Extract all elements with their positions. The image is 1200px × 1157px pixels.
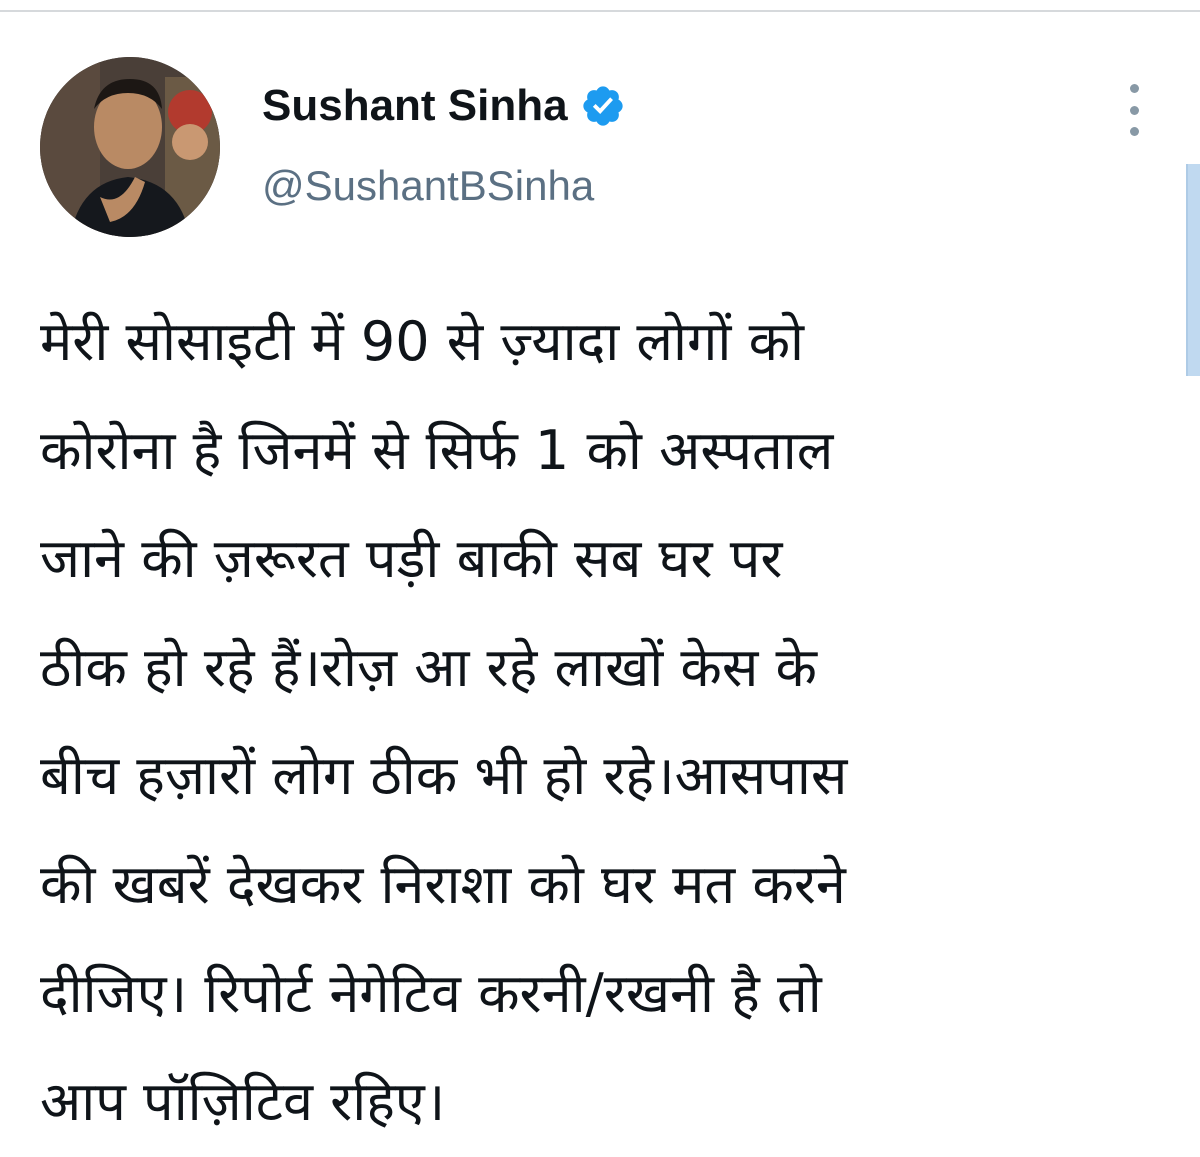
more-vertical-icon-dot <box>1129 105 1139 115</box>
author-name-row[interactable]: Sushant Sinha <box>262 78 626 134</box>
verified-badge-icon <box>580 83 626 129</box>
tweet-line: मेरी सोसाइटी में 90 से ज़्यादा लोगों को <box>40 310 805 373</box>
tweet-line: की खबरें देखकर निराशा को घर मत करने <box>40 852 846 916</box>
author-display-name[interactable]: Sushant Sinha <box>262 81 568 131</box>
scrollbar[interactable] <box>1186 164 1200 376</box>
tweet-line: ठीक हो रहे हैं।रोज़ आ रहे लाखों केस के <box>40 635 818 699</box>
tweet-line: कोरोना है जिनमें से सिर्फ 1 को अस्पताल <box>40 418 834 482</box>
more-vertical-icon <box>1129 84 1139 93</box>
tweet-line: बीच हज़ारों लोग ठीक भी हो रहे।आसपास <box>40 744 848 808</box>
avatar[interactable] <box>40 57 220 237</box>
more-options-button[interactable] <box>1116 84 1152 136</box>
tweet-line: आप पॉज़िटिव रहिए। <box>40 1070 446 1134</box>
more-vertical-icon-dot <box>1129 127 1139 136</box>
tweet-text: मेरी सोसाइटी में 90 से ज़्यादा लोगों को … <box>40 288 1160 1157</box>
tweet-line: दीजिए। रिपोर्ट नेगेटिव करनी/रखनी है तो <box>40 961 822 1025</box>
avatar-photo <box>40 57 220 237</box>
top-divider <box>0 10 1200 12</box>
author-handle[interactable]: @SushantBSinha <box>262 162 594 210</box>
tweet-line: जाने की ज़रूरत पड़ी बाकी सब घर पर <box>40 527 783 591</box>
